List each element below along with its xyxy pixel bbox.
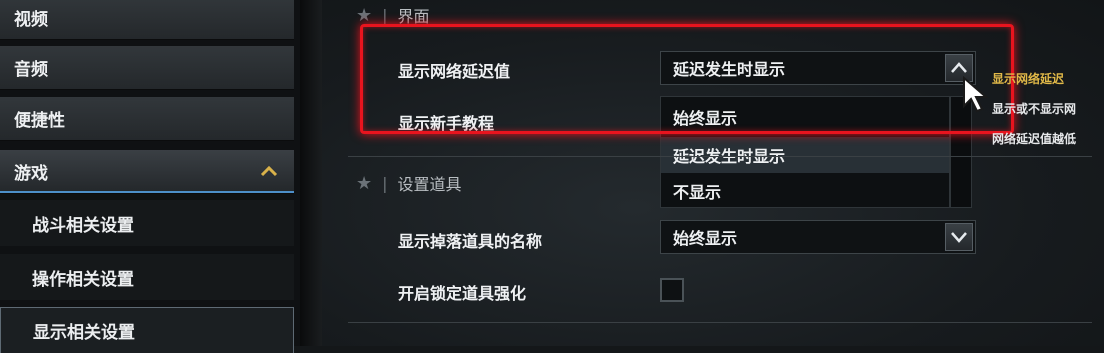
tutorial-label: 显示新手教程 — [398, 114, 495, 133]
section-header-interface: ★ | 界面 — [356, 0, 430, 30]
chevron-up-icon — [258, 160, 280, 182]
sidebar-subitem-display[interactable]: 显示相关设置 — [0, 307, 294, 353]
lock-enhance-label: 开启锁定道具强化 — [398, 284, 527, 303]
section-title: 设置道具 — [397, 175, 462, 194]
settings-panel: ★ | 界面 显示网络延迟值 延迟发生时显示 显示新手教程 始终显示 延迟发生时… — [322, 0, 1104, 346]
section-divider — [348, 156, 1092, 157]
sidebar-item-game[interactable]: 游戏 — [0, 150, 294, 194]
drop-name-dropdown[interactable]: 始终显示 — [660, 220, 976, 254]
latency-dropdown-value: 延迟发生时显示 — [673, 60, 786, 79]
dropdown-option[interactable]: 始终显示 — [661, 99, 949, 135]
drop-name-dropdown-value: 始终显示 — [673, 229, 738, 248]
latency-options-list: 始终显示 延迟发生时显示 不显示 — [660, 96, 950, 208]
sidebar-subitem-controls[interactable]: 操作相关设置 — [0, 254, 294, 300]
star-icon: ★ — [356, 4, 373, 26]
dropdown-option[interactable]: 延迟发生时显示 — [661, 137, 949, 173]
sidebar-subitem-label: 显示相关设置 — [33, 323, 135, 343]
sidebar-item-convenience[interactable]: 便捷性 — [0, 97, 294, 141]
latency-label: 显示网络延迟值 — [398, 62, 511, 81]
tooltip-title: 显示网络延迟 — [992, 72, 1065, 86]
star-icon: ★ — [356, 172, 373, 194]
sidebar-item-label: 音频 — [14, 60, 48, 80]
tooltip-text: 网络延迟值越低 — [992, 132, 1077, 146]
latency-dropdown[interactable]: 延迟发生时显示 — [660, 51, 976, 85]
section-title: 界面 — [397, 7, 430, 26]
section-divider — [348, 322, 1092, 323]
dropdown-option[interactable]: 不显示 — [661, 173, 949, 209]
tooltip: 显示网络延迟 显示或不显示网 网络延迟值越低 — [992, 64, 1104, 154]
panel-divider — [300, 0, 322, 346]
sidebar-item-video[interactable]: 视频 — [0, 0, 294, 40]
sidebar-item-label: 便捷性 — [14, 111, 65, 131]
drop-name-label: 显示掉落道具的名称 — [398, 232, 543, 251]
sidebar-subitem-label: 战斗相关设置 — [32, 215, 134, 236]
sidebar-item-audio[interactable]: 音频 — [0, 46, 294, 90]
sidebar-subitem-label: 操作相关设置 — [32, 269, 134, 290]
section-header-items: ★ | 设置道具 — [356, 168, 462, 198]
sidebar-subitem-combat[interactable]: 战斗相关设置 — [0, 200, 294, 246]
settings-sidebar: 视频 音频 便捷性 游戏 战斗相关设置 操作相关设置 显示相关设置 — [0, 0, 300, 353]
sidebar-item-label: 游戏 — [14, 164, 48, 184]
mouse-cursor-icon — [963, 76, 989, 113]
lock-enhance-checkbox[interactable] — [660, 278, 684, 302]
chevron-down-icon[interactable] — [945, 223, 973, 251]
separator: | — [382, 173, 388, 193]
tooltip-text: 显示或不显示网 — [992, 102, 1077, 116]
sidebar-item-label: 视频 — [14, 10, 48, 30]
separator: | — [382, 5, 388, 25]
